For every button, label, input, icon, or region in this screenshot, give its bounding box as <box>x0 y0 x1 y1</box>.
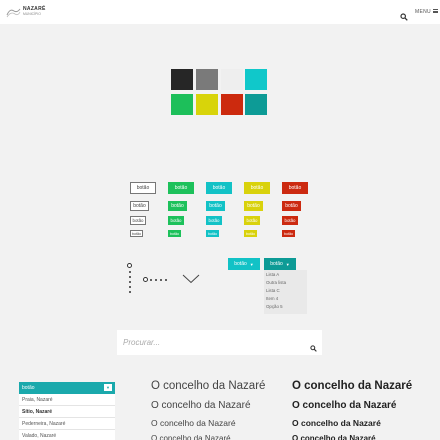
dropdown-button-label: botão <box>270 261 283 267</box>
chevron-down-icon[interactable] <box>182 271 200 284</box>
button-red-small[interactable]: botão <box>282 216 298 225</box>
button-teal-tiny[interactable]: botão <box>206 230 219 237</box>
button-outline-tiny[interactable]: botão <box>130 230 143 237</box>
pagination-dot[interactable] <box>165 278 167 281</box>
dropdown-menu-item[interactable]: Outra lista <box>266 280 286 285</box>
dropdown-menu-item[interactable]: Lista A <box>266 272 279 277</box>
button-green-large[interactable]: botão <box>168 182 194 194</box>
heading-light-2: O concelho da Nazaré <box>151 400 251 411</box>
menu-label: MENU <box>415 9 431 15</box>
pagination-dot[interactable] <box>155 278 157 281</box>
top-header: NAZARÉ MUNICÍPIO MENU <box>0 0 440 24</box>
pagination-dot[interactable] <box>128 271 131 273</box>
dropdown-button-label: botão <box>234 261 247 267</box>
search-input[interactable]: Procurar... <box>117 330 322 355</box>
dropdown-menu-item[interactable]: Lista C <box>266 288 280 293</box>
heading-bold-4: O concelho da Nazaré <box>292 434 376 440</box>
swatch-green <box>171 94 193 115</box>
button-green-small[interactable]: botão <box>168 216 184 225</box>
pagination-dot[interactable] <box>150 278 152 281</box>
button-red-tiny[interactable]: botão <box>282 230 295 237</box>
dropdown-button-dark-teal[interactable]: botão ▼ <box>264 258 296 270</box>
button-yellow-large[interactable]: botão <box>244 182 270 194</box>
search-icon[interactable] <box>310 339 317 352</box>
button-teal-small[interactable]: botão <box>206 216 222 225</box>
button-red-medium[interactable]: botão <box>282 201 301 211</box>
pagination-dot[interactable] <box>160 278 162 281</box>
swatch-red <box>221 94 243 115</box>
dropdown-menu-item[interactable]: Item 4 <box>266 296 278 301</box>
chevron-down-icon: ▼ <box>104 384 112 391</box>
swatch-yellow <box>196 94 218 115</box>
swatch-black <box>171 69 193 90</box>
heading-light-4: O concelho da Nazaré <box>151 434 231 440</box>
button-green-medium[interactable]: botão <box>168 201 187 211</box>
chevron-down-icon: ▼ <box>285 261 290 267</box>
logo-wave-icon <box>6 8 21 18</box>
heading-bold-1: O concelho da Nazaré <box>292 380 413 392</box>
list-item[interactable]: Valado, Nazaré <box>19 430 115 440</box>
list-header-label: botão <box>22 385 35 391</box>
button-yellow-small[interactable]: botão <box>244 216 260 225</box>
logo-subtitle: MUNICÍPIO <box>23 12 41 16</box>
list-item[interactable]: Sítio, Nazaré <box>19 406 115 418</box>
heading-light-1: O concelho da Nazaré <box>151 380 266 392</box>
search-placeholder: Procurar... <box>123 338 161 347</box>
search-icon[interactable] <box>400 8 408 21</box>
list-item[interactable]: Pederneira, Nazaré <box>19 418 115 430</box>
chevron-down-icon: ▼ <box>249 261 254 267</box>
button-teal-medium[interactable]: botão <box>206 201 225 211</box>
pagination-active-dot[interactable] <box>127 263 132 268</box>
dropdown-button-teal[interactable]: botão ▼ <box>228 258 260 270</box>
list-item[interactable]: Praia, Nazaré <box>19 394 115 406</box>
logo[interactable]: NAZARÉ MUNICÍPIO <box>6 5 45 20</box>
pagination-dot[interactable] <box>128 276 131 278</box>
pagination-active-dot[interactable] <box>143 277 148 282</box>
swatch-gray <box>196 69 218 90</box>
button-outline-medium[interactable]: botão <box>130 201 149 211</box>
pagination-dot[interactable] <box>128 281 131 283</box>
hamburger-icon <box>432 9 438 13</box>
menu-button[interactable]: MENU <box>415 9 438 15</box>
button-teal-large[interactable]: botão <box>206 182 232 194</box>
dropdown-menu: Lista A Outra lista Lista C Item 4 Opção… <box>264 270 307 314</box>
list-header-button[interactable]: botão ▼ <box>19 382 115 394</box>
pagination-dot[interactable] <box>128 291 131 293</box>
heading-bold-2: O concelho da Nazaré <box>292 400 397 411</box>
dropdown-menu-item[interactable]: Opção 5 <box>266 304 283 309</box>
button-green-tiny[interactable]: botão <box>168 230 181 237</box>
heading-light-3: O concelho da Nazaré <box>151 418 236 428</box>
heading-bold-3: O concelho da Nazaré <box>292 418 381 428</box>
button-outline-large[interactable]: botão <box>130 182 156 194</box>
button-red-large[interactable]: botão <box>282 182 308 194</box>
pagination-dot[interactable] <box>128 286 131 288</box>
swatch-cyan <box>245 69 267 90</box>
swatch-light <box>221 69 243 90</box>
button-yellow-medium[interactable]: botão <box>244 201 263 211</box>
swatch-teal <box>245 94 267 115</box>
button-yellow-tiny[interactable]: botão <box>244 230 257 237</box>
button-outline-small[interactable]: botão <box>130 216 146 225</box>
